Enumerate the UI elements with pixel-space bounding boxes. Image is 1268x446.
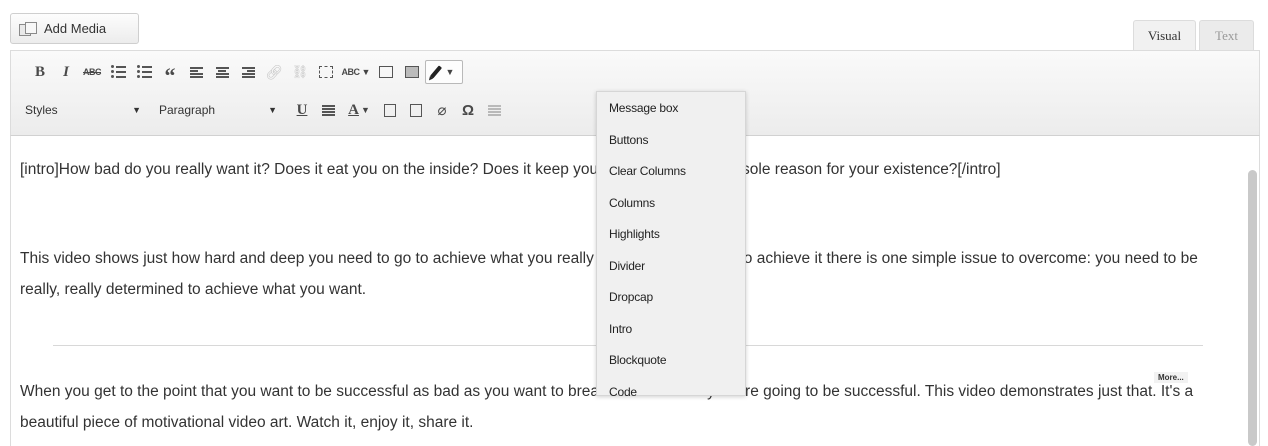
shortcodes-button[interactable]: ▼ [425,60,463,84]
pencil-icon [429,65,442,79]
menu-item-highlights[interactable]: Highlights [597,219,745,251]
menu-item-clear-columns[interactable]: Clear Columns [597,156,745,188]
menu-item-blockquote[interactable]: Blockquote [597,345,745,377]
insert-more-icon [319,66,333,78]
eraser-icon: ⌀ [437,102,447,119]
bullet-list-button[interactable] [105,60,131,84]
link-icon: 🔗︎ [265,63,283,80]
omega-icon: Ω [461,101,475,119]
styles-select[interactable]: Styles ▼ [19,97,147,123]
add-media-button[interactable]: Add Media [10,13,139,44]
italic-button[interactable]: I [53,60,79,84]
fullscreen-button[interactable] [373,60,399,84]
scrollbar[interactable] [1248,170,1257,446]
align-right-icon [241,66,255,78]
add-media-label: Add Media [44,21,107,36]
align-right-button[interactable] [235,60,261,84]
chevron-down-icon: ▼ [361,67,371,77]
text-color-button[interactable]: A ▼ [341,98,377,122]
menu-item-code[interactable]: Code [597,376,745,408]
align-left-button[interactable] [183,60,209,84]
paste-word-button[interactable] [403,98,429,122]
bold-button[interactable]: B [27,60,53,84]
align-center-icon [215,66,229,78]
spellcheck-button[interactable]: ABC ▼ [339,60,373,84]
insert-more-button[interactable] [313,60,339,84]
menu-item-divider[interactable]: Divider [597,250,745,282]
strikethrough-button[interactable]: ABC [79,60,105,84]
text-color-icon: A [348,101,359,118]
chevron-down-icon: ▼ [268,105,277,115]
menu-item-buttons[interactable]: Buttons [597,124,745,156]
menu-item-columns[interactable]: Columns [597,187,745,219]
chevron-down-icon: ▼ [360,105,370,115]
numbered-list-icon [136,64,152,79]
clear-formatting-button[interactable]: ⌀ [429,98,455,122]
chevron-down-icon: ▼ [132,105,141,115]
outdent-button[interactable] [481,98,507,122]
outdent-icon [487,104,501,116]
fullscreen-icon [379,66,393,78]
shortcodes-menu: Message box Buttons Clear Columns Column… [596,91,746,399]
paste-text-button[interactable] [377,98,403,122]
toolbar-row-2: Styles ▼ Paragraph ▼ U A ▼ ⌀ Ω [19,96,507,124]
special-character-button[interactable]: Ω [455,98,481,122]
paste-word-icon [410,103,422,117]
justify-button[interactable] [315,98,341,122]
bullet-list-icon [110,64,126,79]
menu-item-intro[interactable]: Intro [597,313,745,345]
add-media-icon [19,21,37,36]
insert-link-button[interactable]: 🔗︎ [261,60,287,84]
chevron-down-icon: ▼ [445,67,455,77]
underline-button[interactable]: U [289,98,315,122]
toolbar-toggle-button[interactable] [399,60,425,84]
kitchen-sink-icon [405,66,419,78]
numbered-list-button[interactable] [131,60,157,84]
menu-item-dropcap[interactable]: Dropcap [597,282,745,314]
remove-link-button[interactable]: ⛓︎ [287,60,313,84]
blockquote-button[interactable]: “ [157,60,183,88]
align-left-icon [189,66,203,78]
tab-text[interactable]: Text [1199,20,1254,50]
menu-item-message-box[interactable]: Message box [597,92,745,124]
blockquote-icon: “ [164,63,176,88]
tab-visual[interactable]: Visual [1133,20,1196,50]
toolbar-row-1: B I ABC “ 🔗︎ ⛓︎ ABC ▼ ▼ [27,60,463,88]
spellcheck-icon: ABC [341,67,361,77]
format-select[interactable]: Paragraph ▼ [153,97,283,123]
paste-text-icon [384,103,396,117]
unlink-icon: ⛓︎ [291,64,309,79]
align-center-button[interactable] [209,60,235,84]
justify-icon [321,104,335,116]
